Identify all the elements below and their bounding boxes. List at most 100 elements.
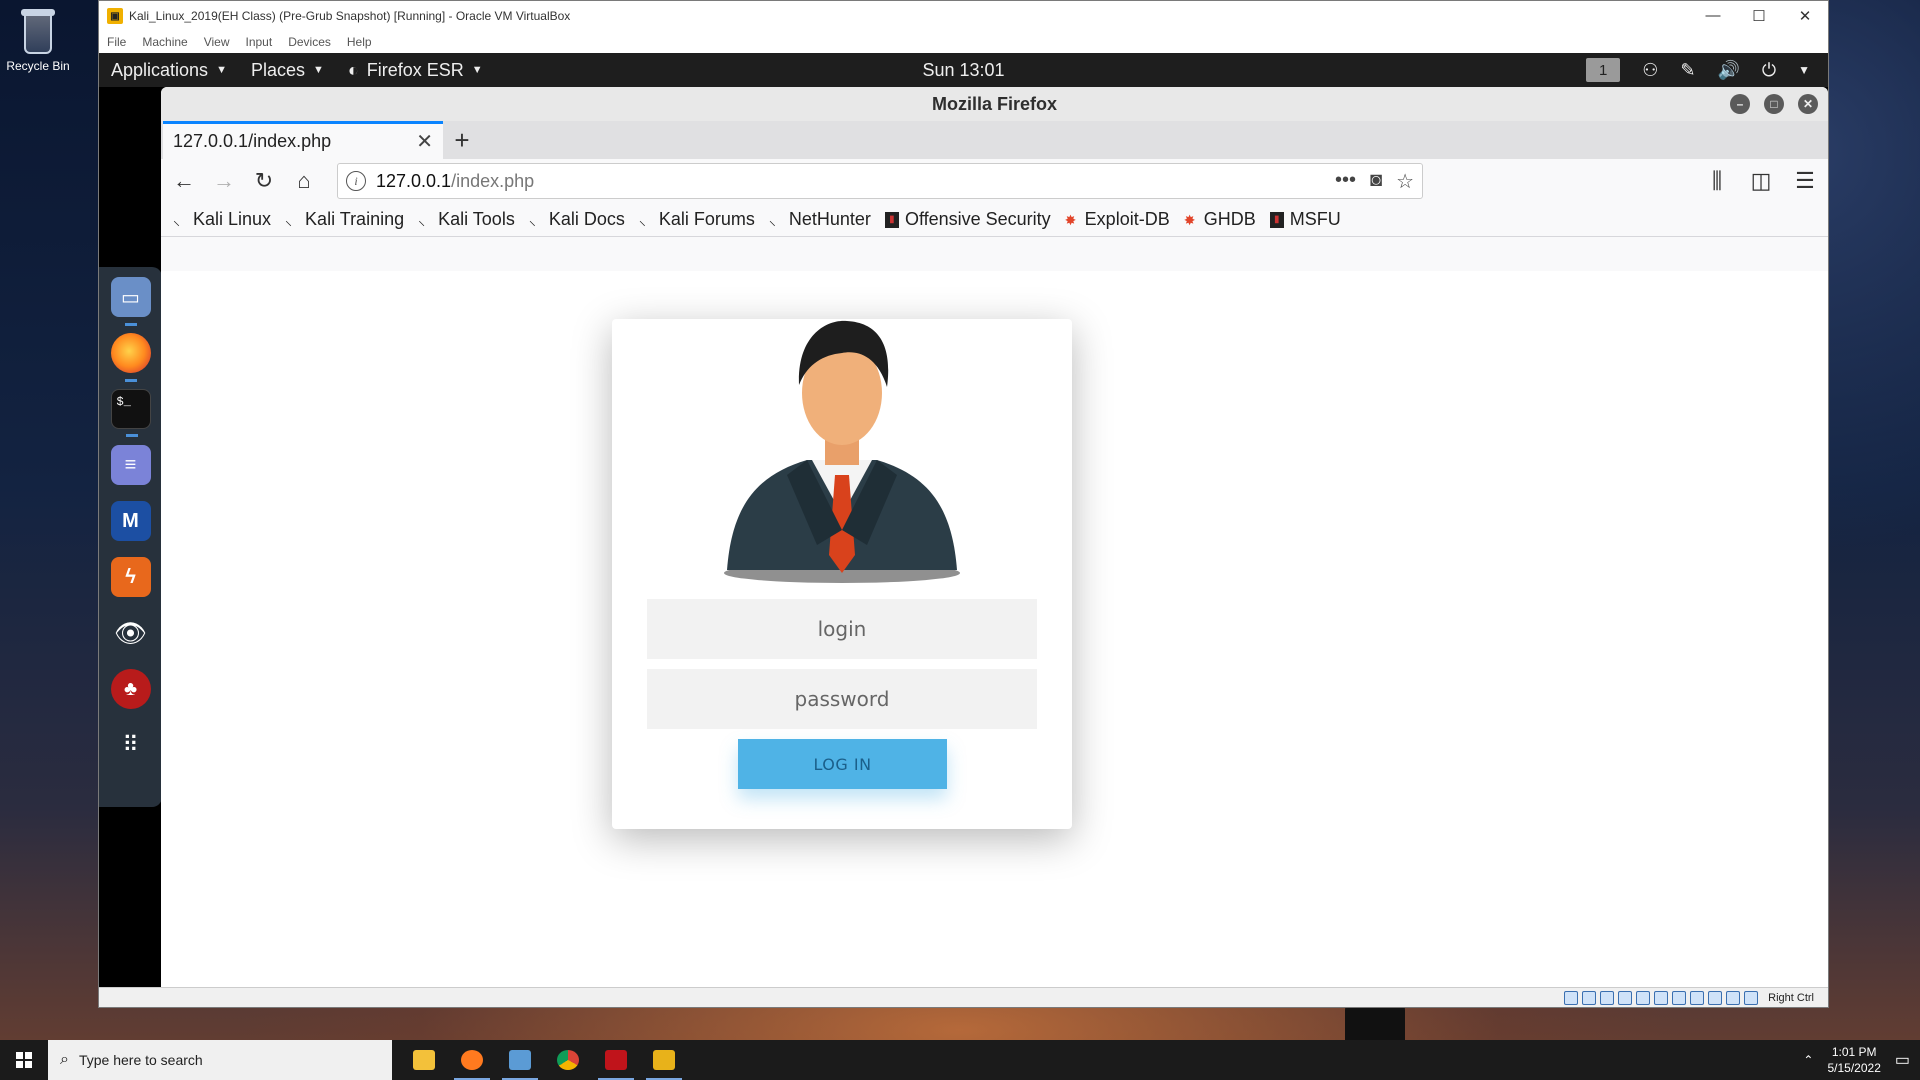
login-input[interactable] — [647, 599, 1037, 659]
exploit-db-icon: ✸ — [1064, 211, 1077, 228]
url-bar[interactable]: i 127.0.0.1/index.php ••• ◙ ☆ — [337, 163, 1423, 199]
menu-file[interactable]: File — [107, 35, 126, 49]
usb-icon[interactable] — [1636, 990, 1651, 1005]
menu-input[interactable]: Input — [246, 35, 273, 49]
tab-title: 127.0.0.1/index.php — [173, 131, 332, 151]
pen-icon[interactable]: ✎ — [1680, 60, 1695, 81]
firefox-small-icon: ◐ — [347, 59, 359, 80]
places-menu[interactable]: Places ▼ — [239, 60, 336, 81]
chrome-icon[interactable] — [544, 1040, 592, 1080]
bookmark-label: Exploit-DB — [1084, 209, 1170, 229]
url-host: 127.0.0.1 — [376, 170, 452, 191]
terminal-icon[interactable]: $_ — [110, 389, 151, 437]
app-grid-icon[interactable]: ⠿ — [111, 725, 151, 765]
metasploit-icon[interactable]: M — [110, 501, 151, 541]
applications-menu[interactable]: Applications ▼ — [99, 60, 239, 81]
eye-icon[interactable]: 👁 — [111, 613, 151, 653]
recording-icon[interactable] — [1690, 990, 1705, 1005]
close-button[interactable]: ✕ — [1782, 7, 1828, 25]
power-icon[interactable]: ⏻ — [1762, 60, 1776, 81]
notification-icon[interactable]: ▭ — [1895, 1050, 1910, 1070]
menu-help[interactable]: Help — [347, 35, 372, 49]
cherrytree-icon[interactable]: ♣ — [110, 669, 151, 709]
bookmark-exploit-db[interactable]: ✸ Exploit-DB — [1065, 209, 1170, 230]
menu-devices[interactable]: Devices — [288, 35, 331, 49]
windows-logo-icon — [16, 1052, 32, 1068]
bookmark-label: NetHunter — [788, 209, 871, 229]
notes-icon[interactable]: ≡ — [110, 445, 151, 485]
library-icon[interactable]: ⫼ — [1700, 164, 1734, 198]
burpsuite-icon[interactable]: ϟ — [110, 557, 151, 597]
recycle-bin[interactable]: Recycle Bin — [6, 6, 70, 73]
keyboard-icon[interactable] — [1744, 990, 1759, 1005]
password-input[interactable] — [647, 669, 1037, 729]
bookmark-offensive-security[interactable]: ▮ Offensive Security — [884, 209, 1051, 230]
optical-drive-icon[interactable] — [1582, 990, 1597, 1005]
firefox-titlebar: Mozilla Firefox – □ ✕ — [161, 87, 1828, 121]
recycle-bin-icon — [16, 6, 60, 56]
video-camera-icon[interactable]: ⚇ — [1642, 60, 1658, 81]
kali-dragon-icon: ⸜ — [528, 211, 536, 228]
file-explorer-icon[interactable] — [400, 1040, 448, 1080]
taskbar-search[interactable]: ⌕ Type here to search — [48, 1040, 392, 1080]
chevron-up-icon[interactable]: ⌃ — [1803, 1053, 1813, 1067]
hamburger-menu-icon[interactable]: ☰ — [1788, 164, 1822, 198]
notepad-icon[interactable] — [496, 1040, 544, 1080]
tab-index-php[interactable]: 127.0.0.1/index.php ✕ — [163, 121, 443, 159]
volume-icon[interactable]: 🔊 — [1717, 60, 1739, 81]
windows-taskbar: ⌕ Type here to search ⌃ 1:01 PM 5/15/202… — [0, 1040, 1920, 1080]
bookmark-kali-docs[interactable]: ⸜ Kali Docs — [529, 209, 625, 230]
virtualbox-taskbar-icon[interactable] — [640, 1040, 688, 1080]
page-actions-icon[interactable]: ••• — [1335, 169, 1356, 194]
close-icon[interactable]: ✕ — [1798, 94, 1818, 114]
forward-button[interactable]: → — [207, 164, 241, 198]
pocket-icon[interactable]: ◙ — [1370, 169, 1382, 194]
guest-display[interactable]: Applications ▼ Places ▼ ◐ Firefox ESR ▼ … — [99, 53, 1828, 988]
dock: ▭ $_ ≡ M ϟ 👁 ♣ ⠿ — [99, 267, 162, 807]
firefox-app-menu[interactable]: ◐ Firefox ESR ▼ — [336, 60, 495, 81]
files-icon[interactable]: ▭ — [110, 277, 151, 326]
start-button[interactable] — [0, 1040, 48, 1080]
sidebar-icon[interactable]: ◫ — [1744, 164, 1778, 198]
bookmark-ghdb[interactable]: ✸ GHDB — [1184, 209, 1256, 230]
firefox-taskbar-icon[interactable] — [448, 1040, 496, 1080]
maximize-icon[interactable]: □ — [1764, 94, 1784, 114]
home-button[interactable]: ⌂ — [287, 164, 321, 198]
taskbar-clock[interactable]: 1:01 PM 5/15/2022 — [1827, 1044, 1880, 1076]
shared-folders-icon[interactable] — [1654, 990, 1669, 1005]
menu-machine[interactable]: Machine — [142, 35, 187, 49]
hard-disk-icon[interactable] — [1564, 990, 1579, 1005]
bookmark-star-icon[interactable]: ☆ — [1396, 169, 1414, 194]
bookmark-label: Offensive Security — [904, 209, 1051, 229]
audio-icon[interactable] — [1600, 990, 1615, 1005]
firefox-icon[interactable] — [110, 333, 151, 382]
reload-button[interactable]: ↻ — [247, 164, 281, 198]
info-icon[interactable]: i — [346, 171, 366, 191]
back-button[interactable]: ← — [167, 164, 201, 198]
menu-view[interactable]: View — [204, 35, 230, 49]
ghdb-icon: ✸ — [1183, 211, 1196, 228]
mouse-integration-icon[interactable] — [1726, 990, 1741, 1005]
bookmark-kali-training[interactable]: ⸜ Kali Training — [285, 209, 404, 230]
bookmark-kali-tools[interactable]: ⸜ Kali Tools — [418, 209, 515, 230]
new-tab-button[interactable]: + — [443, 121, 481, 159]
login-button[interactable]: LOG IN — [738, 739, 947, 789]
acrobat-icon[interactable] — [592, 1040, 640, 1080]
tab-close-icon[interactable]: ✕ — [416, 129, 433, 154]
bookmark-kali-linux[interactable]: ⸜ Kali Linux — [173, 209, 271, 230]
workspace-indicator[interactable]: 1 — [1586, 58, 1621, 82]
network-icon[interactable] — [1618, 990, 1633, 1005]
offsec-icon: ▮ — [884, 211, 899, 228]
gnome-top-panel: Applications ▼ Places ▼ ◐ Firefox ESR ▼ … — [99, 53, 1828, 87]
chevron-down-icon[interactable]: ▼ — [1798, 63, 1810, 77]
maximize-button[interactable]: ☐ — [1736, 7, 1782, 25]
minimize-icon[interactable]: – — [1730, 94, 1750, 114]
bookmark-label: GHDB — [1203, 209, 1256, 229]
bookmark-msfu[interactable]: ▮ MSFU — [1269, 209, 1341, 230]
cpu-icon[interactable] — [1708, 990, 1723, 1005]
minimize-button[interactable]: — — [1690, 7, 1736, 25]
bookmark-nethunter[interactable]: ⸜ NetHunter — [769, 209, 871, 230]
display-icon[interactable] — [1672, 990, 1687, 1005]
clock[interactable]: Sun 13:01 — [922, 60, 1004, 81]
bookmark-kali-forums[interactable]: ⸜ Kali Forums — [639, 209, 755, 230]
